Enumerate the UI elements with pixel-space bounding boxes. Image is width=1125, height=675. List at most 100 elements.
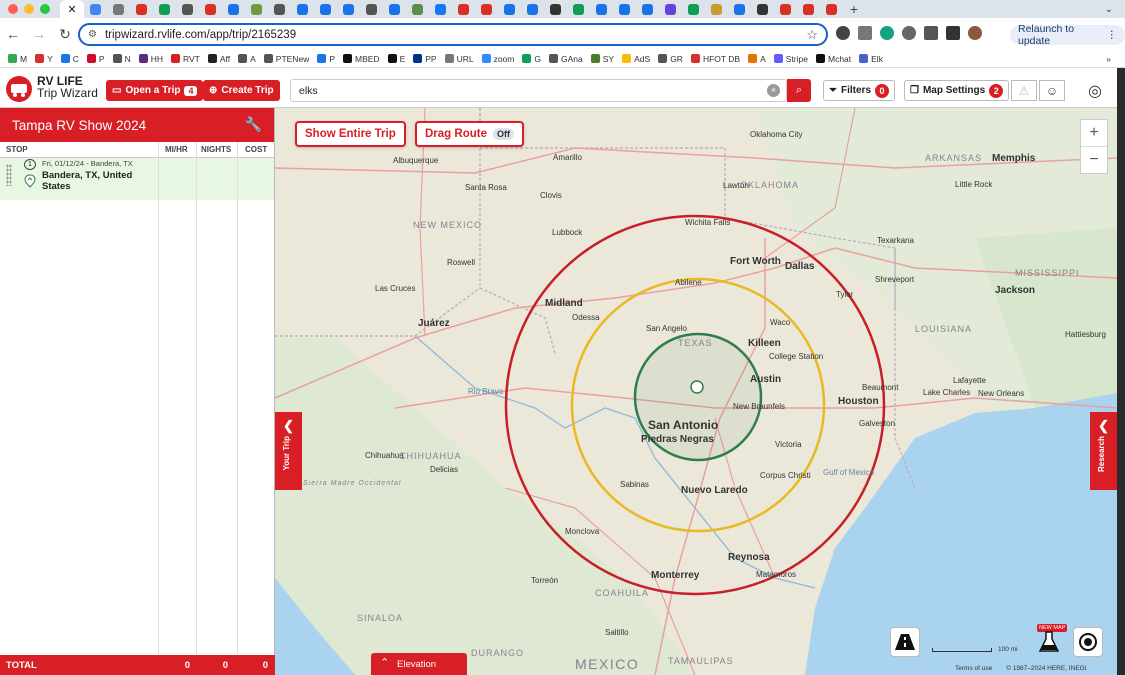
zoom-in-icon[interactable]: + [1081,120,1107,147]
browser-tab[interactable] [268,0,291,18]
browser-tab[interactable] [590,0,613,18]
bookmark-item[interactable]: P [317,54,335,64]
active-tab[interactable]: ✕ [60,0,84,18]
elevation-button[interactable]: ⌃ Elevation [371,653,467,675]
terms-link[interactable]: Terms of use [955,665,992,672]
bookmark-item[interactable]: Aff [207,54,230,64]
browser-tab[interactable] [360,0,383,18]
bookmark-item[interactable]: Mchat [815,54,851,64]
sidepanel-icon[interactable] [946,26,960,40]
close-window-button[interactable] [8,4,18,14]
browser-tab[interactable] [567,0,590,18]
user-icon[interactable]: ☺ [1039,80,1065,101]
locate-me-icon[interactable] [1073,627,1103,657]
map-canvas[interactable]: Albuquerque Santa Rosa Amarillo Oklahoma… [275,108,1117,675]
bookmark-item[interactable]: PTENew [263,54,309,64]
bookmark-item[interactable]: Elk [859,54,883,64]
drag-route-toggle[interactable]: Drag Route Off [415,121,524,147]
bookmark-item[interactable]: E [387,54,405,64]
browser-tab[interactable] [797,0,820,18]
extension-icon[interactable] [836,26,850,40]
browser-tab[interactable] [314,0,337,18]
menu-dots-icon[interactable]: ⋮ [1107,29,1118,41]
bookmark-item[interactable]: GR [658,54,683,64]
bookmark-item[interactable]: HFOT DB [690,54,740,64]
browser-tab[interactable] [84,0,107,18]
browser-tab[interactable] [659,0,682,18]
research-tab[interactable]: ❮ Research [1090,412,1117,490]
bookmark-item[interactable]: A [748,54,766,64]
profile-avatar[interactable] [968,26,982,40]
rv-life-logo-icon[interactable] [6,76,32,102]
show-entire-trip-button[interactable]: Show Entire Trip [295,121,406,147]
flask-icon[interactable] [1034,627,1064,657]
browser-tab[interactable] [383,0,406,18]
reload-icon[interactable]: ↻ [52,26,78,43]
bookmark-item[interactable]: Y [35,54,53,64]
create-trip-button[interactable]: ⊕ Create Trip [203,80,280,101]
bookmark-item[interactable]: G [522,54,541,64]
browser-tab[interactable] [728,0,751,18]
browser-tab[interactable] [613,0,636,18]
new-tab-button[interactable]: + [843,1,865,17]
browser-tab[interactable] [291,0,314,18]
open-trip-button[interactable]: ▭ Open a Trip 4 [106,80,204,101]
bookmark-star-icon[interactable]: ☆ [806,27,818,43]
browser-tab[interactable] [406,0,429,18]
search-input[interactable]: elks × [290,79,787,102]
close-tab-icon[interactable]: ✕ [67,3,76,16]
more-bookmarks-icon[interactable]: » [1106,54,1111,64]
back-arrow-icon[interactable]: ← [0,26,26,42]
browser-tab[interactable] [107,0,130,18]
bookmark-item[interactable]: C [60,54,79,64]
account-circle-icon[interactable]: ◎ [1082,80,1108,101]
alert-icon[interactable]: ⚠ [1011,80,1037,101]
browser-tab[interactable] [544,0,567,18]
browser-tab[interactable] [774,0,797,18]
bookmark-item[interactable]: SY [590,54,614,64]
browser-tab[interactable] [337,0,360,18]
minimize-window-button[interactable] [24,4,34,14]
browser-tab[interactable] [199,0,222,18]
bookmark-item[interactable]: HH [138,54,163,64]
browser-tab[interactable] [498,0,521,18]
bookmark-item[interactable]: RVT [171,54,200,64]
browser-tab[interactable] [521,0,544,18]
bookmark-item[interactable]: MBED [343,54,380,64]
puzzle-icon[interactable] [924,26,938,40]
your-trip-tab[interactable]: ❮ Your Trip [275,412,302,490]
bookmark-item[interactable]: PP [413,54,437,64]
map-settings-button[interactable]: ❐ Map Settings 2 [904,80,1010,101]
bookmark-item[interactable]: URL [444,54,474,64]
browser-tab[interactable] [153,0,176,18]
wrench-icon[interactable]: 🔧 [245,116,262,133]
browser-tab[interactable] [820,0,843,18]
clear-search-icon[interactable]: × [767,84,780,97]
zoom-out-icon[interactable]: − [1081,147,1107,173]
bookmark-item[interactable]: M [8,54,27,64]
bookmark-item[interactable]: AdS [622,54,650,64]
bookmark-item[interactable]: Stripe [773,54,808,64]
browser-tab[interactable] [751,0,774,18]
browser-tab[interactable] [222,0,245,18]
search-value[interactable]: elks [299,85,318,97]
logo-text[interactable]: RV LIFE Trip Wizard [37,75,98,99]
tab-search-chevron-icon[interactable]: ⌄ [1105,4,1113,15]
browser-tab[interactable] [176,0,199,18]
browser-tab[interactable] [705,0,728,18]
bookmark-item[interactable]: N [112,54,131,64]
browser-tab[interactable] [452,0,475,18]
search-icon[interactable]: ⌕ [787,79,811,102]
maximize-window-button[interactable] [40,4,50,14]
filters-button[interactable]: ⏷ Filters 0 [823,80,896,101]
browser-tab[interactable] [475,0,498,18]
bookmark-item[interactable]: P [86,54,105,64]
bookmark-item[interactable]: A [238,54,256,64]
relaunch-button[interactable]: Relaunch to update ⋮ [1010,23,1125,47]
browser-tab[interactable] [245,0,268,18]
url-text[interactable]: tripwizard.rvlife.com/app/trip/2165239 [105,29,296,41]
extension-icon[interactable] [858,26,872,40]
road-icon[interactable] [890,627,920,657]
forward-arrow-icon[interactable]: → [26,26,52,42]
extension-icon[interactable] [880,26,894,40]
